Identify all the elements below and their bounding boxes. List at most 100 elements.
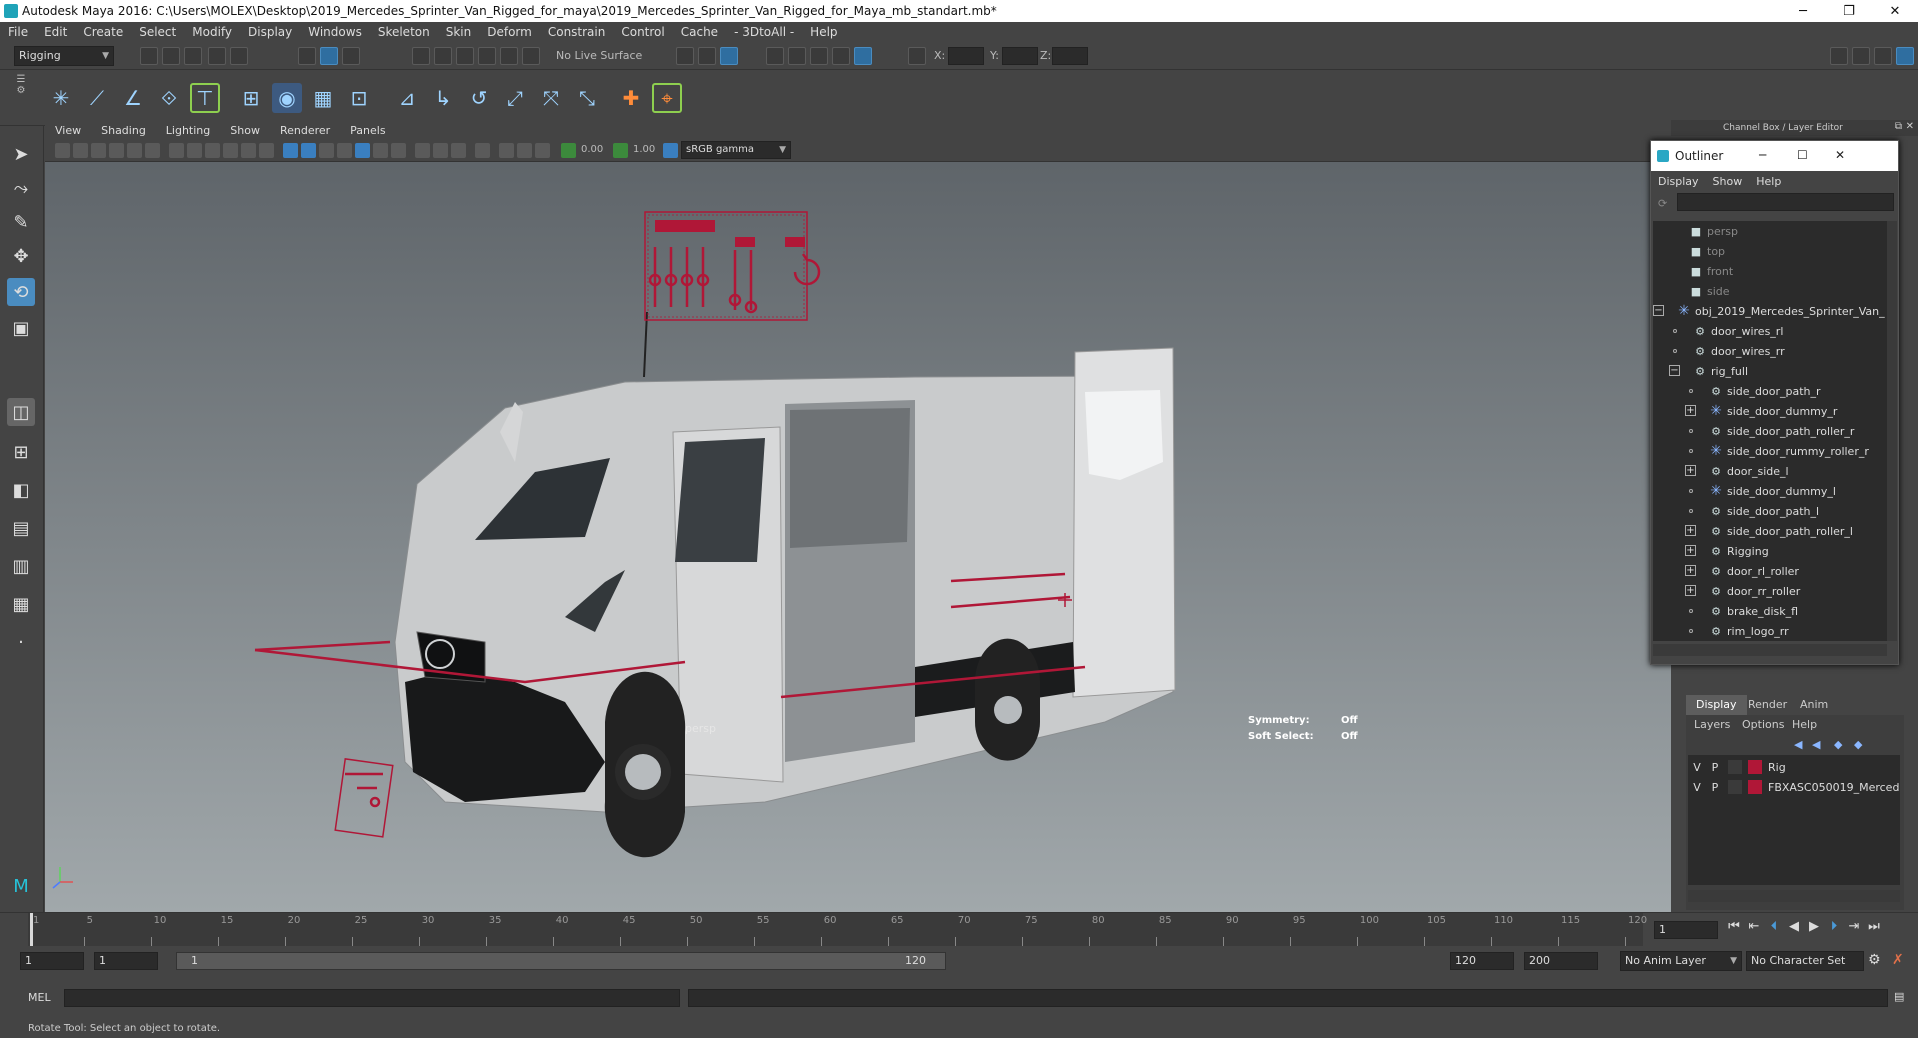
resolution-gate-icon[interactable] — [205, 143, 220, 158]
render-settings-icon[interactable] — [766, 47, 784, 65]
rotate-tool-icon[interactable]: ⟲ — [7, 278, 35, 306]
xray-icon[interactable] — [415, 143, 430, 158]
wireframe-icon[interactable] — [283, 143, 298, 158]
wireframe-on-shaded-icon[interactable] — [319, 143, 334, 158]
go-to-start-icon[interactable]: ⏮ — [1726, 919, 1742, 935]
snap-point-icon[interactable] — [456, 47, 474, 65]
smooth-shade-icon[interactable] — [301, 143, 316, 158]
orient-joint-icon[interactable]: ⊤ — [190, 83, 220, 113]
expand-icon[interactable]: + — [1685, 465, 1696, 476]
playback-end-field[interactable]: 120 — [1450, 952, 1514, 970]
textured-icon[interactable] — [337, 143, 352, 158]
layer-playback-toggle[interactable]: P — [1706, 761, 1724, 774]
select-hierarchy-icon[interactable] — [298, 47, 316, 65]
vp-menu-renderer[interactable]: Renderer — [270, 124, 340, 137]
z-field[interactable] — [1052, 47, 1088, 65]
layer-tab-render[interactable]: Render — [1738, 695, 1797, 715]
outliner-hscrollbar[interactable] — [1653, 644, 1887, 656]
preferences-icon[interactable]: ✗ — [1892, 952, 1904, 968]
render-frame-icon[interactable] — [788, 47, 806, 65]
image-plane-icon[interactable] — [109, 143, 124, 158]
xray-joints-icon[interactable] — [433, 143, 448, 158]
go-to-end-icon[interactable]: ⏭ — [1866, 919, 1882, 935]
outliner-item[interactable]: + ⚙ Rigging — [1653, 541, 1887, 561]
snap-live-icon[interactable] — [500, 47, 518, 65]
playback-start-field[interactable]: 1 — [94, 952, 158, 970]
hypershade-layout-icon[interactable]: ▥ — [7, 552, 35, 580]
snap-curve-icon[interactable] — [434, 47, 452, 65]
script-editor-icon[interactable]: ▤ — [1894, 990, 1904, 1003]
step-back-frame-icon[interactable]: ⏴ — [1766, 919, 1782, 935]
gamma-icon[interactable] — [613, 143, 628, 158]
menu-cache[interactable]: Cache — [673, 25, 726, 39]
select-component-icon[interactable] — [342, 47, 360, 65]
step-forward-key-icon[interactable]: ⇥ — [1846, 919, 1862, 935]
menu-windows[interactable]: Windows — [300, 25, 370, 39]
minimize-icon[interactable]: ─ — [1759, 148, 1766, 162]
redo-icon[interactable] — [230, 47, 248, 65]
anim-layer-dropdown[interactable]: No Anim Layer ▼ — [1620, 951, 1742, 971]
menu-set-dropdown[interactable]: Rigging ▼ — [14, 46, 114, 66]
layer-color-swatch[interactable] — [1748, 780, 1762, 794]
y-field[interactable] — [1002, 47, 1038, 65]
aim-constraint-icon[interactable]: ⤧ — [536, 83, 566, 113]
insert-joint-icon[interactable]: ⟐ — [154, 83, 184, 113]
menu-select[interactable]: Select — [131, 25, 184, 39]
parent-constraint-icon[interactable]: ↺ — [464, 83, 494, 113]
2d-pan-zoom-icon[interactable] — [127, 143, 142, 158]
joint-tool-icon[interactable]: ✳ — [46, 83, 76, 113]
shelf-menu-icon[interactable]: ☰ ⚙ — [14, 74, 28, 122]
outliner-item[interactable]: ■ persp — [1653, 221, 1887, 241]
menu-help[interactable]: Help — [802, 25, 845, 39]
hypershade-icon[interactable] — [832, 47, 850, 65]
lasso-tool-icon[interactable]: ⤳ — [7, 174, 35, 202]
script-layout-icon[interactable]: ▦ — [7, 590, 35, 618]
orient-constraint-icon[interactable]: ↳ — [428, 83, 458, 113]
grid-icon[interactable] — [169, 143, 184, 158]
outliner-item[interactable]: ✳ side_door_dummy_l — [1653, 481, 1887, 501]
maximize-icon[interactable]: ☐ — [1797, 148, 1808, 162]
single-view-icon[interactable]: ◫ — [7, 398, 35, 426]
layer-menu-layers[interactable]: Layers — [1694, 718, 1730, 731]
render-view-icon[interactable] — [854, 47, 872, 65]
expand-icon[interactable]: + — [1685, 545, 1696, 556]
locator-icon[interactable]: ✚ — [616, 83, 646, 113]
vp-menu-lighting[interactable]: Lighting — [156, 124, 220, 137]
outliner-item[interactable]: ⚙ door_wires_rl — [1653, 321, 1887, 341]
layer-visibility-toggle[interactable]: V — [1688, 781, 1706, 794]
pole-vector-icon[interactable]: ⤡ — [572, 83, 602, 113]
layer-tab-anim[interactable]: Anim — [1790, 695, 1838, 715]
bind-skin-icon[interactable]: ⊞ — [236, 83, 266, 113]
hud-icon[interactable] — [499, 143, 514, 158]
expand-icon[interactable]: + — [1685, 405, 1696, 416]
new-empty-layer-icon[interactable]: ◆ — [1834, 738, 1842, 751]
layer-row[interactable]: V P Rig — [1688, 758, 1900, 776]
minimize-button[interactable]: ─ — [1780, 0, 1826, 22]
input-ops-icon[interactable] — [676, 47, 694, 65]
outliner-menu-help[interactable]: Help — [1749, 175, 1788, 188]
animation-end-field[interactable]: 200 — [1524, 952, 1598, 970]
menu-file[interactable]: File — [0, 25, 36, 39]
menu-control[interactable]: Control — [613, 25, 672, 39]
animation-start-field[interactable]: 1 — [20, 952, 84, 970]
select-tool-icon[interactable]: ➤ — [7, 140, 35, 168]
command-input[interactable] — [64, 989, 680, 1007]
current-frame-field[interactable]: 1 — [1654, 921, 1718, 939]
select-object-icon[interactable] — [320, 47, 338, 65]
grease-pencil-icon[interactable] — [145, 143, 160, 158]
outliner-item[interactable]: ⚙ side_door_path_l — [1653, 501, 1887, 521]
vp-menu-panels[interactable]: Panels — [340, 124, 395, 137]
menu-3dtoall[interactable]: - 3DtoAll - — [726, 25, 802, 39]
range-slider[interactable]: 1 120 — [176, 952, 946, 970]
maya-home-icon[interactable]: M — [7, 872, 35, 900]
bookmark-icon[interactable] — [91, 143, 106, 158]
van-model[interactable] — [394, 311, 1176, 858]
collapse-icon[interactable]: − — [1669, 365, 1680, 376]
ik-handle-icon[interactable]: ⟋ — [82, 83, 112, 113]
field-chart-icon[interactable] — [241, 143, 256, 158]
gamma-value[interactable]: 1.00 — [633, 144, 655, 155]
outliner-item[interactable]: ■ front — [1653, 261, 1887, 281]
close-icon[interactable]: ✕ — [1835, 148, 1845, 162]
layer-name[interactable]: FBXASC050019_Merced — [1768, 781, 1899, 794]
menu-constrain[interactable]: Constrain — [540, 25, 614, 39]
